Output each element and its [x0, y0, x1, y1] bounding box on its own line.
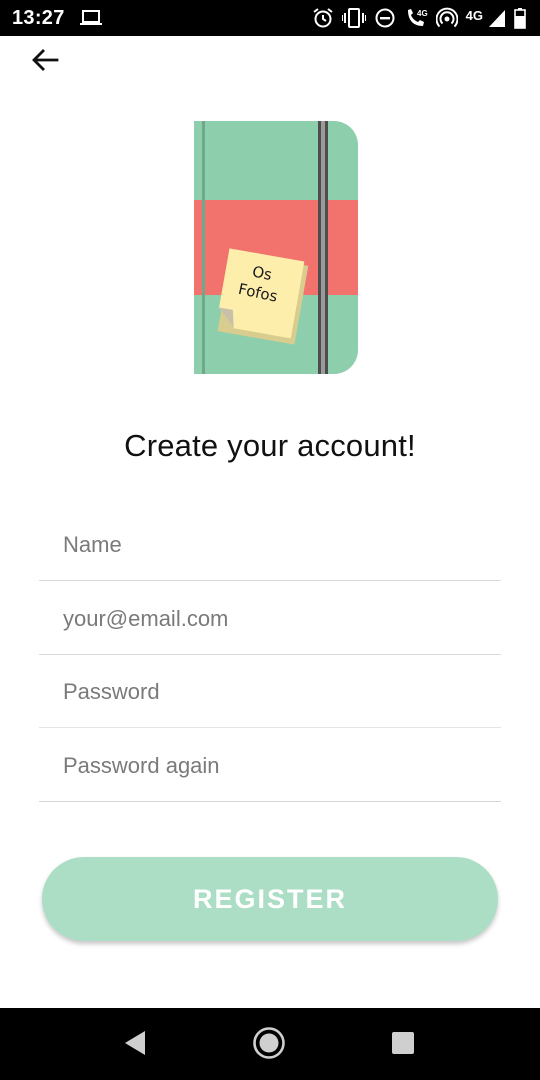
password-again-field-row	[39, 728, 501, 802]
back-triangle-icon	[122, 1029, 148, 1062]
password-input[interactable]	[39, 655, 501, 727]
password-field-row	[39, 655, 501, 728]
email-input[interactable]	[39, 581, 501, 654]
volte-call-icon: 4G	[404, 7, 428, 29]
notebook-illustration: Os Fofos	[194, 121, 358, 374]
svg-text:4G: 4G	[417, 9, 428, 18]
system-nav-bar	[0, 1008, 540, 1080]
alarm-icon	[312, 7, 334, 29]
laptop-icon	[80, 9, 102, 32]
signal-icon	[488, 8, 506, 28]
app-bar	[0, 36, 540, 92]
hotspot-icon	[435, 7, 458, 29]
nav-recents-button[interactable]	[386, 1028, 420, 1062]
battery-icon	[514, 7, 526, 29]
recents-square-icon	[390, 1030, 416, 1061]
status-bar: 13:27 4G 4G	[0, 0, 540, 36]
back-button[interactable]	[26, 46, 64, 78]
do-not-disturb-icon	[374, 7, 396, 29]
register-button[interactable]: REGISTER	[42, 857, 498, 941]
password-again-input[interactable]	[39, 728, 501, 801]
name-field-row	[39, 507, 501, 581]
nav-home-button[interactable]	[252, 1026, 286, 1065]
email-field-row	[39, 581, 501, 655]
register-form	[39, 507, 501, 802]
home-circle-icon	[252, 1026, 286, 1065]
page-title: Create your account!	[124, 428, 416, 463]
status-time: 13:27	[12, 7, 65, 29]
network-type-label: 4G	[465, 7, 483, 23]
nav-back-button[interactable]	[118, 1028, 152, 1062]
status-icons: 4G 4G	[312, 6, 526, 30]
arrow-left-icon	[31, 48, 59, 77]
name-input[interactable]	[39, 507, 501, 580]
vibrate-icon	[341, 7, 366, 29]
